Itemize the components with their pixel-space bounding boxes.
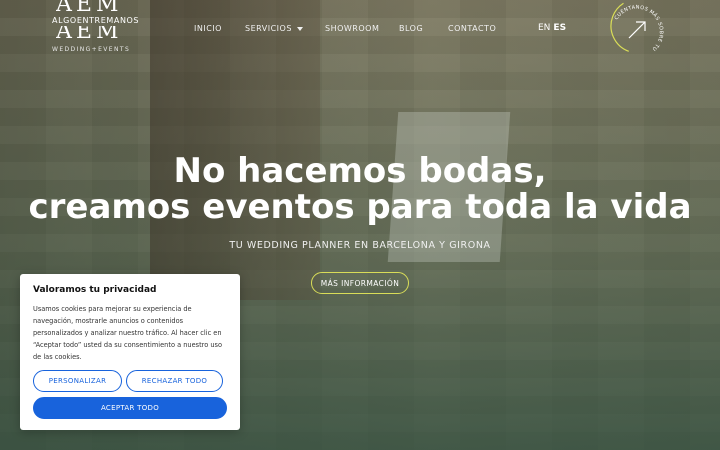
language-en[interactable]: EN: [538, 23, 550, 33]
nav-item-servicios-label: SERVICIOS: [245, 24, 292, 33]
cookie-consent-banner: Valoramos tu privacidad Usamos cookies p…: [20, 274, 240, 430]
hero-subtitle: TU WEDDING PLANNER EN BARCELONA Y GIRONA: [229, 240, 491, 251]
chevron-down-icon: [296, 26, 303, 31]
logo-mark-bottom: AEM: [56, 26, 123, 40]
site-header: AEM ALGOENTREMANOS AEM WEDDING+EVENTS IN…: [0, 0, 720, 60]
nav-item-inicio[interactable]: INICIO: [194, 24, 222, 33]
nav-item-contacto[interactable]: CONTACTO: [448, 24, 496, 33]
hero-title-line-1: No hacemos bodas,: [173, 151, 547, 191]
site-logo[interactable]: AEM ALGOENTREMANOS AEM WEDDING+EVENTS: [52, 0, 148, 56]
contact-badge[interactable]: CUÉNTANOS MÁS SOBRE TU BODA: [607, 0, 667, 56]
logo-name: ALGOENTREMANOS: [52, 16, 140, 25]
cookie-banner-title: Valoramos tu privacidad: [33, 285, 157, 295]
logo-mark-top: AEM: [56, 0, 123, 14]
contact-badge-graphic: CUÉNTANOS MÁS SOBRE TU BODA: [607, 0, 666, 54]
language-switcher: EN ES: [538, 23, 566, 33]
arrow-up-right-icon: [628, 21, 646, 39]
language-es[interactable]: ES: [553, 23, 566, 33]
nav-item-servicios[interactable]: SERVICIOS: [245, 24, 303, 33]
customize-cookies-button[interactable]: PERSONALIZAR: [33, 370, 122, 392]
reject-all-cookies-button[interactable]: RECHAZAR TODO: [126, 370, 223, 392]
hero-title-line-2: creamos eventos para toda la vida: [28, 187, 692, 227]
nav-item-blog[interactable]: BLOG: [399, 24, 423, 33]
nav-item-showroom[interactable]: SHOWROOM: [325, 24, 379, 33]
cookie-banner-text: Usamos cookies para mejorar su experienc…: [33, 305, 222, 361]
hero-title: No hacemos bodas, creamos eventos para t…: [0, 153, 720, 225]
logo-tagline: WEDDING+EVENTS: [52, 46, 131, 53]
accept-all-cookies-button[interactable]: ACEPTAR TODO: [33, 397, 227, 419]
more-info-button[interactable]: MÁS INFORMACIÓN: [311, 272, 409, 294]
